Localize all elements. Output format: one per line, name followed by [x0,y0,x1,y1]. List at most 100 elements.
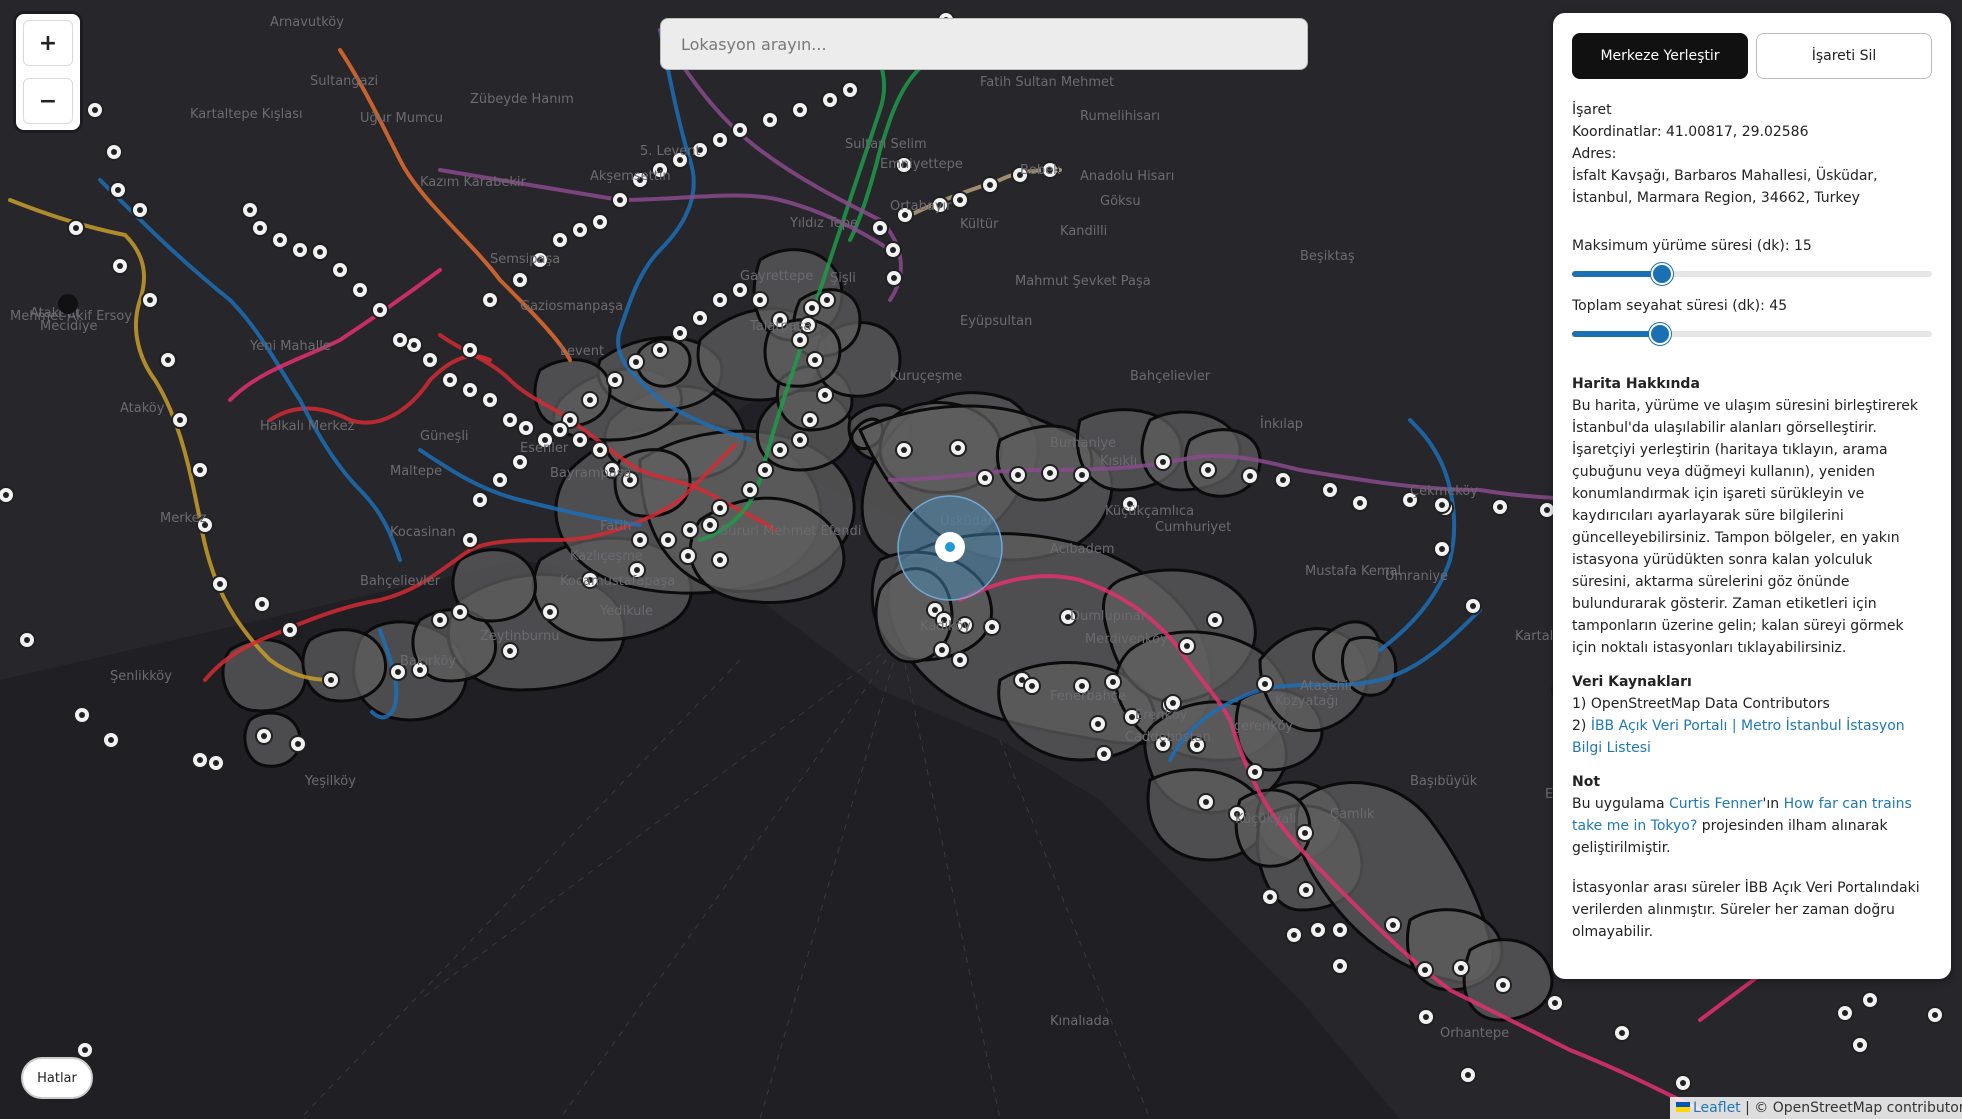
station-47[interactable] [771,441,789,459]
station-58[interactable] [571,431,589,449]
station-1[interactable] [86,101,104,119]
station-148[interactable] [1095,745,1113,763]
station-189[interactable] [102,731,120,749]
station-59[interactable] [551,421,569,439]
station-13[interactable] [253,595,271,613]
station-68[interactable] [371,301,389,319]
station-126[interactable] [1491,498,1509,516]
station-36[interactable] [671,324,689,342]
station-149[interactable] [1089,715,1107,733]
center-marker-button[interactable]: Merkeze Yerleştir [1572,33,1748,79]
walk-time-slider[interactable] [1572,263,1932,285]
station-77[interactable] [481,291,499,309]
station-65[interactable] [421,351,439,369]
travel-slider-thumb[interactable] [1649,323,1672,345]
station-175[interactable] [1384,916,1402,934]
station-24[interactable] [711,551,729,569]
station-185[interactable] [1851,1036,1869,1054]
station-63[interactable] [461,381,479,399]
station-39[interactable] [731,281,749,299]
station-73[interactable] [271,231,289,249]
station-50[interactable] [711,499,729,517]
station-173[interactable] [1297,881,1315,899]
station-25[interactable] [431,611,449,629]
station-61[interactable] [501,411,519,429]
station-27[interactable] [471,491,489,509]
station-15[interactable] [322,671,340,689]
station-144[interactable] [1433,496,1451,514]
author-link[interactable]: Curtis Fenner [1669,796,1763,812]
ibb-data-link[interactable]: İBB Açık Veri Portalı | Metro İstanbul İ… [1572,718,1905,756]
station-91[interactable] [791,101,809,119]
station-71[interactable] [311,243,329,261]
station-74[interactable] [251,219,269,237]
station-121[interactable] [1274,471,1292,489]
station-62[interactable] [481,391,499,409]
station-32[interactable] [581,391,599,409]
station-75[interactable] [241,201,259,219]
walk-slider-thumb[interactable] [1651,263,1673,285]
station-69[interactable] [351,281,369,299]
station-82[interactable] [591,213,609,231]
station-193[interactable] [255,727,273,745]
zoom-out-button[interactable]: − [23,78,73,124]
station-89[interactable] [731,121,749,139]
station-45[interactable] [801,411,819,429]
station-177[interactable] [1452,959,1470,977]
station-92[interactable] [821,91,839,109]
station-51[interactable] [701,516,719,534]
station-198[interactable] [1285,926,1303,944]
station-157[interactable] [983,618,1001,636]
station-100[interactable] [871,219,889,237]
osm-link[interactable]: OpenStreetMap contributors [1773,1100,1962,1116]
station-191[interactable] [18,631,36,649]
station-194[interactable] [207,754,225,772]
station-4[interactable] [131,201,149,219]
station-101[interactable] [885,269,903,287]
station-18[interactable] [451,603,469,621]
station-165[interactable] [1206,611,1224,629]
station-169[interactable] [1197,793,1215,811]
station-108[interactable] [981,176,999,194]
station-155[interactable] [951,651,969,669]
station-29[interactable] [511,453,529,471]
station-111[interactable] [895,441,913,459]
station-90[interactable] [761,111,779,129]
station-9[interactable] [171,411,189,429]
station-171[interactable] [1296,824,1314,842]
station-14[interactable] [281,621,299,639]
station-103[interactable] [818,291,836,309]
station-35[interactable] [651,341,669,359]
travel-time-slider[interactable] [1572,323,1932,345]
station-182[interactable] [1836,1004,1854,1022]
station-116[interactable] [1073,466,1091,484]
station-115[interactable] [1041,464,1059,482]
station-183[interactable] [1861,991,1879,1009]
station-88[interactable] [711,131,729,149]
station-20[interactable] [541,603,559,621]
station-164[interactable] [1178,637,1196,655]
station-180[interactable] [1613,1024,1631,1042]
station-190[interactable] [73,706,91,724]
station-168[interactable] [1246,763,1264,781]
station-57[interactable] [591,441,609,459]
station-70[interactable] [331,261,349,279]
station-37[interactable] [691,309,709,327]
station-174[interactable] [1331,921,1349,939]
station-154[interactable] [933,641,951,659]
station-7[interactable] [141,291,159,309]
station-83[interactable] [611,191,629,209]
station-64[interactable] [441,371,459,389]
station-176[interactable] [1416,961,1434,979]
station-179[interactable] [1546,994,1564,1012]
station-26[interactable] [461,531,479,549]
station-192[interactable] [0,486,15,504]
station-72[interactable] [291,241,309,259]
station-28[interactable] [491,471,509,489]
station-49[interactable] [741,481,759,499]
station-2[interactable] [105,143,123,161]
station-114[interactable] [1009,466,1027,484]
station-48[interactable] [756,461,774,479]
station-166[interactable] [1256,675,1274,693]
zoom-in-button[interactable]: + [23,20,73,66]
